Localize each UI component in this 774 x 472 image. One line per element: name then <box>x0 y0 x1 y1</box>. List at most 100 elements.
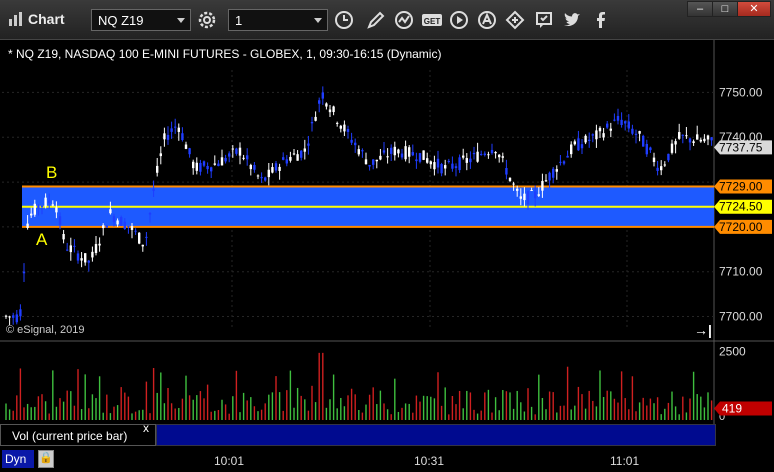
play-icon[interactable] <box>447 8 471 32</box>
scroll-to-end-icon[interactable]: →| <box>694 322 712 338</box>
svg-text:GET: GET <box>424 17 441 26</box>
close-study-icon[interactable]: x <box>143 421 149 435</box>
volume-tick-label: 2500 <box>719 344 746 358</box>
chart-area[interactable]: * NQ Z19, NASDAQ 100 E-MINI FUTURES - GL… <box>0 40 774 472</box>
candle-body <box>148 213 152 215</box>
candle-body <box>87 260 90 263</box>
current-price-tag: 7737.75 <box>719 140 763 154</box>
x-tick-label: 11:01 <box>610 454 640 468</box>
candle-body <box>256 175 260 177</box>
candle-body <box>12 315 15 318</box>
candle-body <box>213 163 216 165</box>
candle-body <box>530 190 533 192</box>
candle-body <box>260 177 263 179</box>
candle-body <box>116 220 119 225</box>
facebook-icon[interactable] <box>589 8 613 32</box>
candle-body <box>48 200 51 204</box>
study-icon[interactable] <box>392 8 416 32</box>
candle-body <box>217 163 220 167</box>
candle-body <box>328 109 332 113</box>
x-tick-label: 10:31 <box>414 454 445 468</box>
candle-body <box>127 226 130 228</box>
alert-icon[interactable] <box>475 8 499 32</box>
comment-icon[interactable] <box>532 8 556 32</box>
candle-body <box>544 180 548 182</box>
symbol-dropdown[interactable]: NQ Z19 <box>91 9 191 31</box>
candle-body <box>66 249 69 251</box>
candle-body <box>192 161 195 169</box>
candle-body <box>584 135 587 143</box>
candle-body <box>393 146 396 156</box>
level-tag-lower: 7720.00 <box>719 220 763 234</box>
candle-body <box>678 132 681 139</box>
link-icon[interactable] <box>503 8 527 32</box>
candle-body <box>271 167 274 173</box>
candle-body <box>465 158 468 163</box>
candle-body <box>400 153 404 158</box>
candle-body <box>156 165 159 173</box>
candle-body <box>422 150 425 160</box>
candle-body <box>627 121 630 129</box>
candle-body <box>537 194 540 196</box>
candle-body <box>55 207 58 213</box>
candle-body <box>411 152 414 156</box>
candle-body <box>138 232 141 244</box>
candle-body <box>163 133 166 140</box>
minimize-button[interactable]: – <box>687 1 713 17</box>
candle-body <box>462 155 465 158</box>
y-tick-label: 7750.00 <box>719 85 763 99</box>
candle-body <box>152 188 155 191</box>
candle-body <box>688 138 692 143</box>
candle-body <box>580 144 584 149</box>
dyn-button[interactable]: Dyn <box>2 450 34 468</box>
maximize-button[interactable]: □ <box>712 1 738 17</box>
candle-body <box>62 234 65 240</box>
candle-body <box>674 141 677 145</box>
candle-body <box>84 253 87 263</box>
interval-dropdown[interactable]: 1 <box>228 9 328 31</box>
clock-icon[interactable] <box>332 8 356 32</box>
gear-icon[interactable] <box>195 8 219 32</box>
candle-body <box>379 155 382 160</box>
candle-body <box>267 169 270 178</box>
candle-body <box>141 244 144 247</box>
symbol-value: NQ Z19 <box>98 13 144 28</box>
candle-body <box>501 156 504 158</box>
candle-body <box>339 125 342 129</box>
candle-body <box>519 196 522 199</box>
candle-body <box>19 309 22 317</box>
candle-body <box>541 180 544 191</box>
candle-body <box>566 155 569 158</box>
candle-body <box>667 153 670 161</box>
close-button[interactable]: ✕ <box>737 1 771 17</box>
candle-body <box>634 133 638 135</box>
candle-body <box>120 217 123 226</box>
candle-body <box>516 188 519 191</box>
candle-body <box>228 153 231 157</box>
candle-body <box>264 177 267 181</box>
candle-body <box>660 166 663 171</box>
twitter-icon[interactable] <box>560 8 584 32</box>
candle-body <box>681 134 684 136</box>
candle-body <box>184 144 188 149</box>
lock-icon[interactable]: 🔒 <box>38 450 54 468</box>
price-chart[interactable]: AB7750.007740.007710.007700.007737.75772… <box>0 40 774 340</box>
candle-body <box>555 169 558 172</box>
marker-b-label: B <box>46 163 57 182</box>
candle-body <box>123 221 126 229</box>
candle-body <box>289 156 292 161</box>
volume-chart[interactable]: 25000419 <box>0 340 774 424</box>
candle-body <box>382 150 386 153</box>
pencil-icon[interactable] <box>364 8 388 32</box>
get-icon[interactable]: GET <box>420 8 444 32</box>
candle-body <box>570 144 573 155</box>
candle-body <box>303 148 306 152</box>
candle-body <box>620 119 623 126</box>
candle-body <box>692 141 695 143</box>
candle-body <box>242 157 245 159</box>
candle-body <box>642 135 645 147</box>
candle-body <box>631 128 634 134</box>
candle-body <box>663 164 666 166</box>
candle-body <box>444 165 447 169</box>
candle-body <box>649 147 652 151</box>
